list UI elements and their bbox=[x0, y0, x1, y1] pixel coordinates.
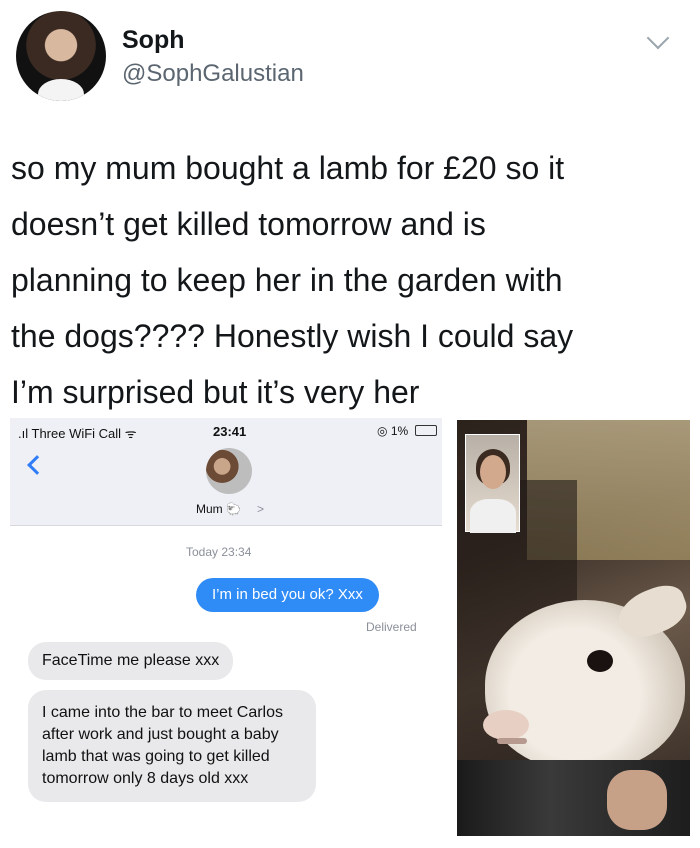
imessage-screenshot: .ıl Three WiFi Call ᯤ 23:41 ◎ 1% Mum 🐑 >… bbox=[0, 418, 452, 848]
profile-avatar[interactable] bbox=[16, 11, 106, 101]
carrier-label: .ıl Three WiFi Call ᯤ bbox=[18, 426, 137, 441]
tweet-text: so my mum bought a lamb for £20 so it do… bbox=[11, 140, 691, 420]
chevron-left-icon[interactable] bbox=[27, 455, 47, 475]
lamb-nose bbox=[483, 710, 529, 740]
tweet-line: I’m surprised but it’s very her bbox=[11, 374, 420, 410]
tweet-line: doesn’t get killed tomorrow and is bbox=[11, 206, 486, 242]
received-message-bubble[interactable]: I came into the bar to meet Carlos after… bbox=[28, 690, 316, 802]
contact-name[interactable]: Mum 🐑 bbox=[196, 502, 241, 516]
message-timestamp: Today 23:34 bbox=[186, 545, 252, 559]
received-message-bubble[interactable]: FaceTime me please xxx bbox=[28, 642, 234, 680]
status-time: 23:41 bbox=[213, 424, 247, 439]
user-handle[interactable]: @SophGalustian bbox=[122, 60, 304, 88]
facetime-self-view bbox=[465, 434, 520, 533]
chevron-right-icon[interactable]: > bbox=[257, 502, 264, 516]
lamb-eye bbox=[587, 650, 613, 672]
display-name[interactable]: Soph bbox=[122, 26, 185, 55]
battery-icon bbox=[415, 425, 437, 436]
chevron-down-icon[interactable] bbox=[646, 26, 670, 50]
tweet-line: the dogs???? Honestly wish I could say bbox=[11, 318, 574, 354]
message-header: .ıl Three WiFi Call ᯤ 23:41 ◎ 1% Mum 🐑 > bbox=[10, 418, 442, 526]
delivered-status: Delivered bbox=[366, 620, 417, 634]
signal-icon: .ıl bbox=[18, 426, 32, 441]
battery-label: ◎ 1% bbox=[377, 424, 409, 438]
tweet-line: planning to keep her in the garden with bbox=[11, 262, 563, 298]
facetime-photo bbox=[457, 420, 690, 836]
hand bbox=[607, 770, 667, 830]
sent-message-bubble[interactable]: I’m in bed you ok? Xxx bbox=[196, 578, 379, 612]
lamb-mouth bbox=[497, 738, 527, 744]
wifi-icon: ᯤ bbox=[124, 426, 137, 441]
contact-avatar[interactable] bbox=[206, 448, 252, 494]
tweet-line: so my mum bought a lamb for £20 so it bbox=[11, 150, 565, 186]
